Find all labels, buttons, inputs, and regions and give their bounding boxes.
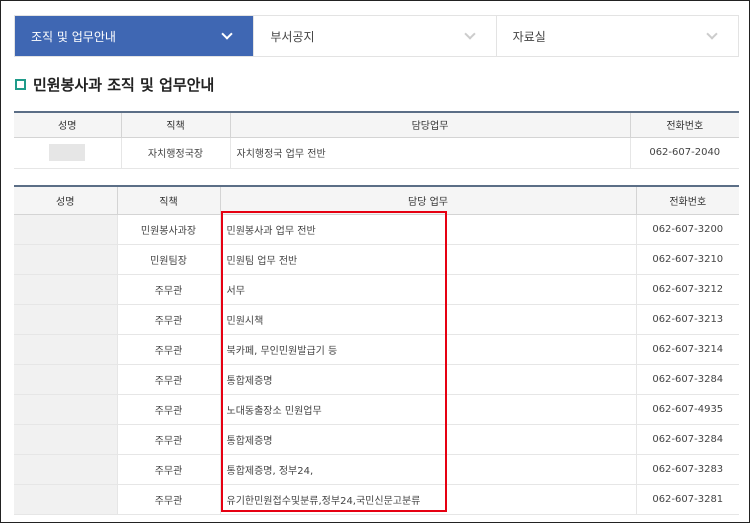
phone-cell: 062-607-3200 bbox=[635, 214, 739, 245]
table-header-row: 성명 직책 담당 업무 전화번호 bbox=[14, 186, 739, 215]
position-cell: 주무관 bbox=[116, 454, 220, 485]
duty-cell: 통합제증명 bbox=[219, 364, 636, 395]
chevron-down-icon bbox=[221, 28, 234, 40]
nav-tab-label: 조직 및 업무안내 bbox=[31, 29, 116, 44]
col-header-position: 직책 bbox=[120, 112, 230, 138]
name-cell bbox=[14, 304, 117, 335]
name-cell bbox=[14, 424, 117, 455]
duty-cell: 유기한민원접수및분류,정부24,국민신문고분류 bbox=[219, 484, 636, 515]
col-header-name: 성명 bbox=[14, 112, 121, 138]
duty-cell: 자치행정국 업무 전반 bbox=[229, 137, 630, 169]
col-header-phone: 전화번호 bbox=[635, 186, 739, 215]
nav-tab-archive[interactable]: 자료실 bbox=[496, 16, 738, 56]
position-cell: 주무관 bbox=[116, 304, 220, 335]
duty-cell: 민원봉사과 업무 전반 bbox=[219, 214, 636, 245]
nav-tab-notice[interactable]: 부서공지 bbox=[254, 16, 497, 56]
name-cell bbox=[14, 334, 117, 365]
table-row: 주무관 노대동출장소 민원업무 062-607-4935 bbox=[14, 394, 739, 425]
phone-cell: 062-607-3210 bbox=[635, 244, 739, 275]
name-cell bbox=[14, 137, 121, 169]
position-cell: 주무관 bbox=[116, 424, 220, 455]
position-cell: 민원봉사과장 bbox=[116, 214, 220, 245]
staff-table: 성명 직책 담당 업무 전화번호 민원봉사과장 민원봉사과 업무 전반 062-60… bbox=[14, 185, 739, 515]
table-row: 민원봉사과장 민원봉사과 업무 전반 062-607-3200 bbox=[14, 214, 739, 245]
duty-cell: 서무 bbox=[219, 274, 636, 305]
phone-cell: 062-607-3213 bbox=[635, 304, 739, 335]
top-nav: 조직 및 업무안내 부서공지 자료실 bbox=[14, 15, 739, 57]
table-row: 주무관 서무 062-607-3212 bbox=[14, 274, 739, 305]
nav-tab-label: 부서공지 bbox=[270, 29, 315, 44]
name-cell bbox=[14, 394, 117, 425]
name-cell bbox=[14, 484, 117, 515]
position-cell: 주무관 bbox=[116, 334, 220, 365]
nav-tab-label: 자료실 bbox=[512, 29, 546, 44]
phone-cell: 062-607-3283 bbox=[635, 454, 739, 485]
col-header-duty: 담당업무 bbox=[229, 112, 630, 138]
name-cell bbox=[14, 244, 117, 275]
table-row: 주무관 통합제증명 062-607-3284 bbox=[14, 364, 739, 395]
chevron-down-icon bbox=[706, 28, 718, 40]
position-cell: 주무관 bbox=[116, 364, 220, 395]
duty-cell: 통합제증명 bbox=[219, 424, 636, 455]
phone-cell: 062-607-3281 bbox=[635, 484, 739, 515]
col-header-position: 직책 bbox=[116, 186, 220, 215]
name-cell bbox=[14, 214, 117, 245]
col-header-name: 성명 bbox=[14, 186, 117, 215]
phone-cell: 062-607-3284 bbox=[635, 364, 739, 395]
duty-cell: 북카페, 무인민원발급기 등 bbox=[219, 334, 636, 365]
position-cell: 자치행정국장 bbox=[120, 137, 230, 169]
section-heading: 민원봉사과 조직 및 업무안내 bbox=[15, 74, 214, 95]
phone-cell: 062-607-4935 bbox=[635, 394, 739, 425]
col-header-duty: 담당 업무 bbox=[219, 186, 636, 215]
table-row: 주무관 북카페, 무인민원발급기 등 062-607-3214 bbox=[14, 334, 739, 365]
duty-cell: 민원팀 업무 전반 bbox=[219, 244, 636, 275]
phone-cell: 062-607-3212 bbox=[635, 274, 739, 305]
position-cell: 주무관 bbox=[116, 484, 220, 515]
duty-cell: 통합제증명, 정부24, bbox=[219, 454, 636, 485]
table-row: 주무관 통합제증명, 정부24, 062-607-3283 bbox=[14, 454, 739, 485]
nav-tab-organization[interactable]: 조직 및 업무안내 bbox=[15, 16, 255, 56]
phone-cell: 062-607-3214 bbox=[635, 334, 739, 365]
chevron-down-icon bbox=[464, 28, 476, 40]
square-bullet-icon bbox=[15, 79, 26, 90]
phone-cell: 062-607-2040 bbox=[629, 137, 739, 169]
director-table: 성명 직책 담당업무 전화번호 자치행정국장 자치행정국 업무 전반 062-6… bbox=[14, 111, 739, 169]
name-cell bbox=[14, 364, 117, 395]
position-cell: 주무관 bbox=[116, 274, 220, 305]
page-title: 민원봉사과 조직 및 업무안내 bbox=[33, 76, 215, 94]
name-cell bbox=[14, 274, 117, 305]
position-cell: 민원팀장 bbox=[116, 244, 220, 275]
table-header-row: 성명 직책 담당업무 전화번호 bbox=[14, 112, 739, 138]
table-row: 주무관 민원시책 062-607-3213 bbox=[14, 304, 739, 335]
col-header-phone: 전화번호 bbox=[629, 112, 739, 138]
staff-table-body: 민원봉사과장 민원봉사과 업무 전반 062-607-3200 민원팀장 민원팀 업무 … bbox=[14, 214, 739, 515]
table-row: 민원팀장 민원팀 업무 전반 062-607-3210 bbox=[14, 244, 739, 275]
redacted-name bbox=[49, 144, 86, 161]
table-row: 자치행정국장 자치행정국 업무 전반 062-607-2040 bbox=[14, 137, 739, 169]
duty-cell: 노대동출장소 민원업무 bbox=[219, 394, 636, 425]
duty-cell: 민원시책 bbox=[219, 304, 636, 335]
name-cell bbox=[14, 454, 117, 485]
table-row: 주무관 통합제증명 062-607-3284 bbox=[14, 424, 739, 455]
position-cell: 주무관 bbox=[116, 394, 220, 425]
phone-cell: 062-607-3284 bbox=[635, 424, 739, 455]
table-row: 주무관 유기한민원접수및분류,정부24,국민신문고분류 062-607-3281 bbox=[14, 484, 739, 515]
